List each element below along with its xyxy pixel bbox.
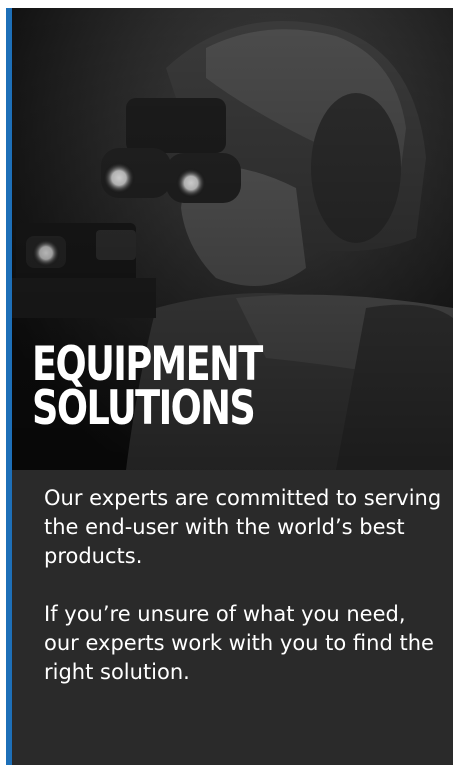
- hero-image: EQUIPMENT SOLUTIONS: [6, 8, 453, 470]
- card-description: Our experts are committed to serving the…: [44, 484, 444, 716]
- description-paragraph-2: If you’re unsure of what you need, our e…: [44, 602, 434, 684]
- card-accent-bar: [6, 8, 12, 765]
- equipment-solutions-card[interactable]: EQUIPMENT SOLUTIONS Our experts are comm…: [6, 8, 453, 765]
- hero-title: EQUIPMENT SOLUTIONS: [32, 341, 263, 436]
- description-paragraph-1: Our experts are committed to serving the…: [44, 486, 442, 568]
- hero-title-line-2: SOLUTIONS: [32, 381, 256, 436]
